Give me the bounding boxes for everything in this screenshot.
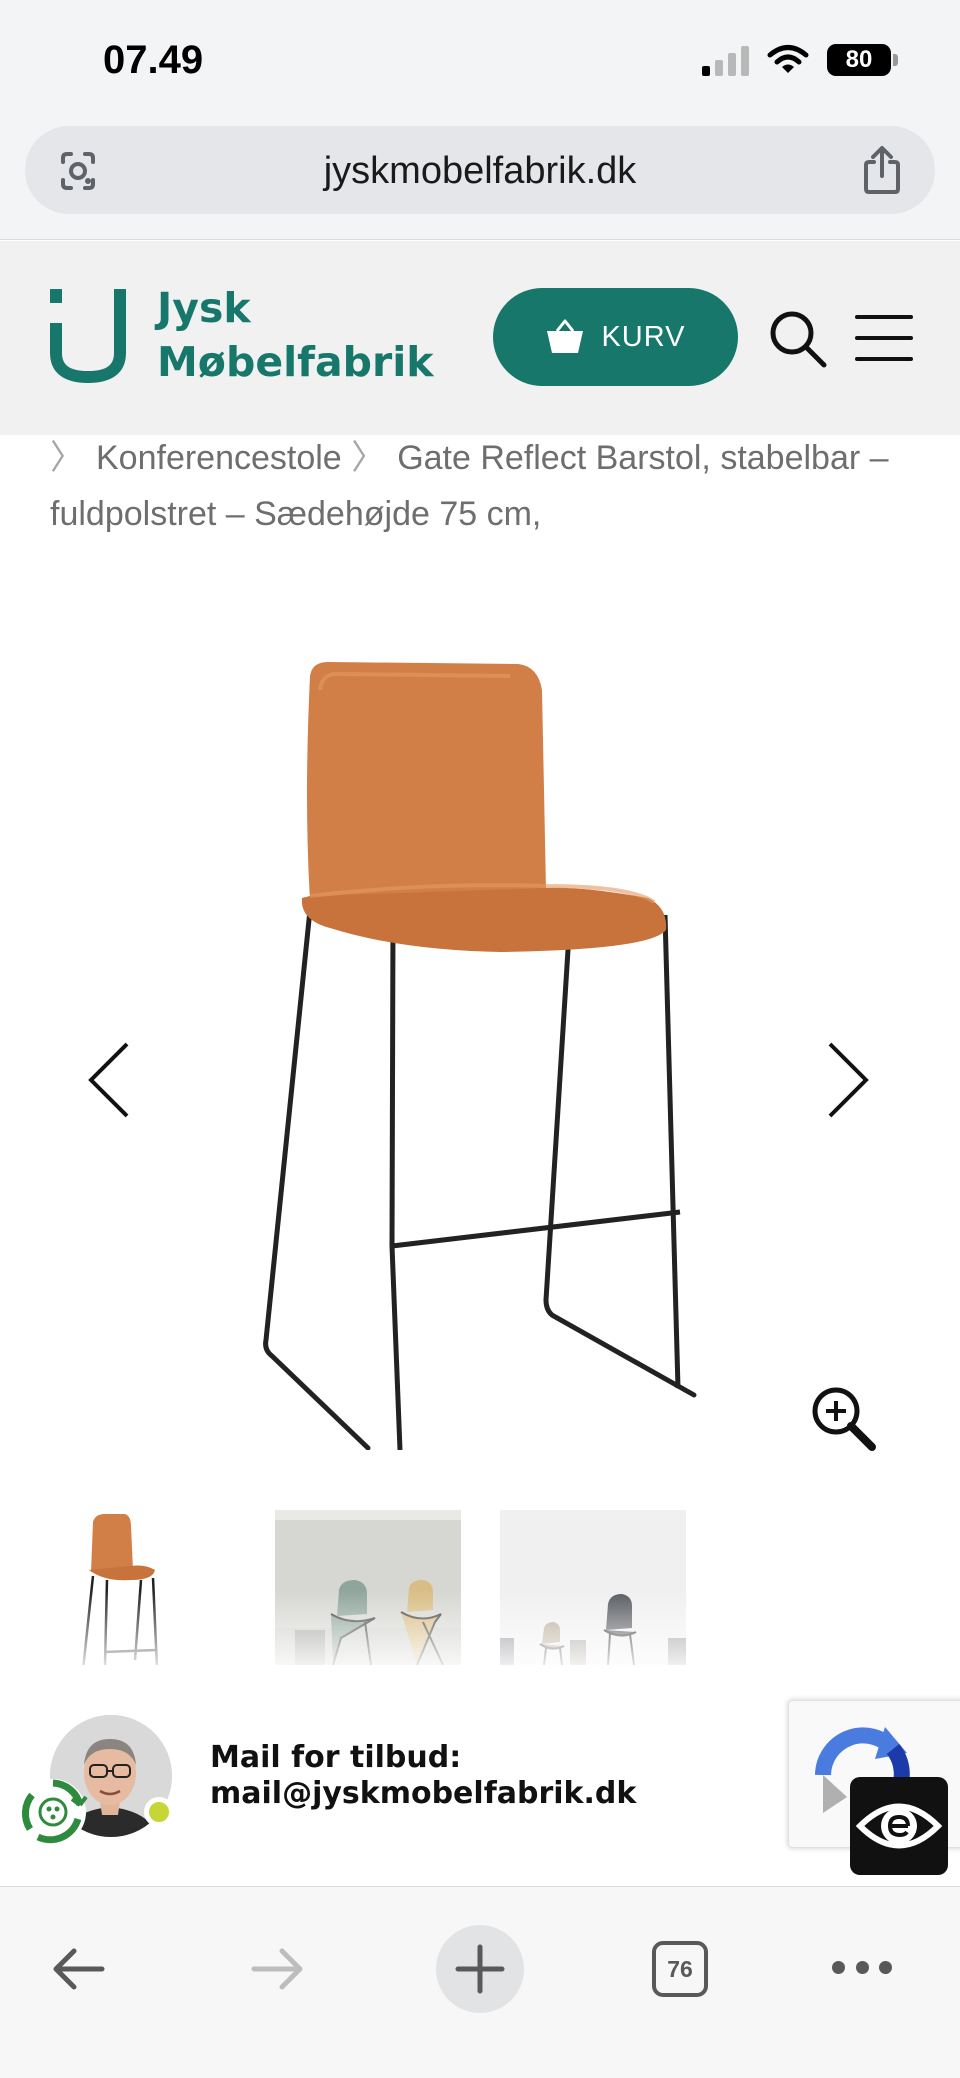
plus-icon bbox=[455, 1944, 505, 1994]
site-header: Jysk Møbelfabrik KURV bbox=[0, 241, 960, 435]
recycle-badge-icon bbox=[20, 1779, 88, 1845]
cart-button[interactable]: KURV bbox=[493, 288, 738, 386]
search-icon[interactable] bbox=[768, 309, 828, 369]
contact-email[interactable]: mail@jyskmobelfabrik.dk bbox=[210, 1776, 636, 1812]
breadcrumb: 〉 Konferencestole 〉 Gate Reflect Barstol, … bbox=[50, 430, 910, 542]
status-icons: 80 bbox=[702, 44, 898, 76]
new-tab-button[interactable] bbox=[436, 1925, 524, 2013]
online-status-icon bbox=[144, 1797, 174, 1827]
accessibility-eye-button[interactable] bbox=[850, 1777, 948, 1875]
scroll-fade-overlay bbox=[0, 1590, 960, 1665]
carousel-prev-icon[interactable] bbox=[85, 1040, 135, 1120]
status-bar: 07.49 80 bbox=[0, 0, 960, 118]
url-text: jyskmobelfabrik.dk bbox=[323, 150, 637, 192]
cart-label: KURV bbox=[601, 320, 686, 353]
share-icon[interactable] bbox=[859, 144, 905, 196]
chevron-right-icon: 〉 bbox=[351, 439, 386, 477]
wifi-icon bbox=[767, 45, 809, 73]
browser-address-bar: jyskmobelfabrik.dk bbox=[0, 118, 960, 240]
logo-text[interactable]: Jysk Møbelfabrik bbox=[157, 281, 434, 389]
zoom-in-icon[interactable] bbox=[810, 1385, 876, 1451]
url-field[interactable]: jyskmobelfabrik.dk bbox=[25, 126, 935, 214]
status-time: 07.49 bbox=[103, 38, 204, 82]
browser-toolbar: 76 bbox=[0, 1886, 960, 2078]
cellular-signal-icon bbox=[702, 44, 749, 76]
back-arrow-icon[interactable] bbox=[48, 1939, 108, 1999]
breadcrumb-item-category[interactable]: Konferencestole bbox=[96, 439, 342, 477]
chevron-right-icon: 〉 bbox=[50, 439, 84, 477]
more-options-icon[interactable] bbox=[832, 1957, 892, 1977]
carousel-next-icon[interactable] bbox=[822, 1040, 872, 1120]
basket-icon bbox=[547, 319, 584, 353]
battery-icon: 80 bbox=[827, 44, 898, 76]
eye-icon bbox=[855, 1803, 943, 1849]
battery-level: 80 bbox=[827, 44, 891, 76]
logo-icon[interactable] bbox=[50, 289, 126, 385]
logo-line-2: Møbelfabrik bbox=[157, 338, 434, 386]
logo-line-1: Jysk bbox=[157, 284, 251, 332]
hamburger-menu-icon[interactable] bbox=[855, 315, 913, 361]
contact-bar[interactable]: Mail for tilbud: mail@jyskmobelfabrik.dk bbox=[0, 1665, 960, 1885]
product-image[interactable] bbox=[250, 650, 710, 1450]
tab-switcher-button[interactable]: 76 bbox=[652, 1941, 708, 1997]
contact-title: Mail for tilbud: bbox=[210, 1740, 462, 1775]
contact-text[interactable]: Mail for tilbud: mail@jyskmobelfabrik.dk bbox=[210, 1740, 636, 1812]
forward-arrow-icon[interactable] bbox=[248, 1939, 308, 1999]
